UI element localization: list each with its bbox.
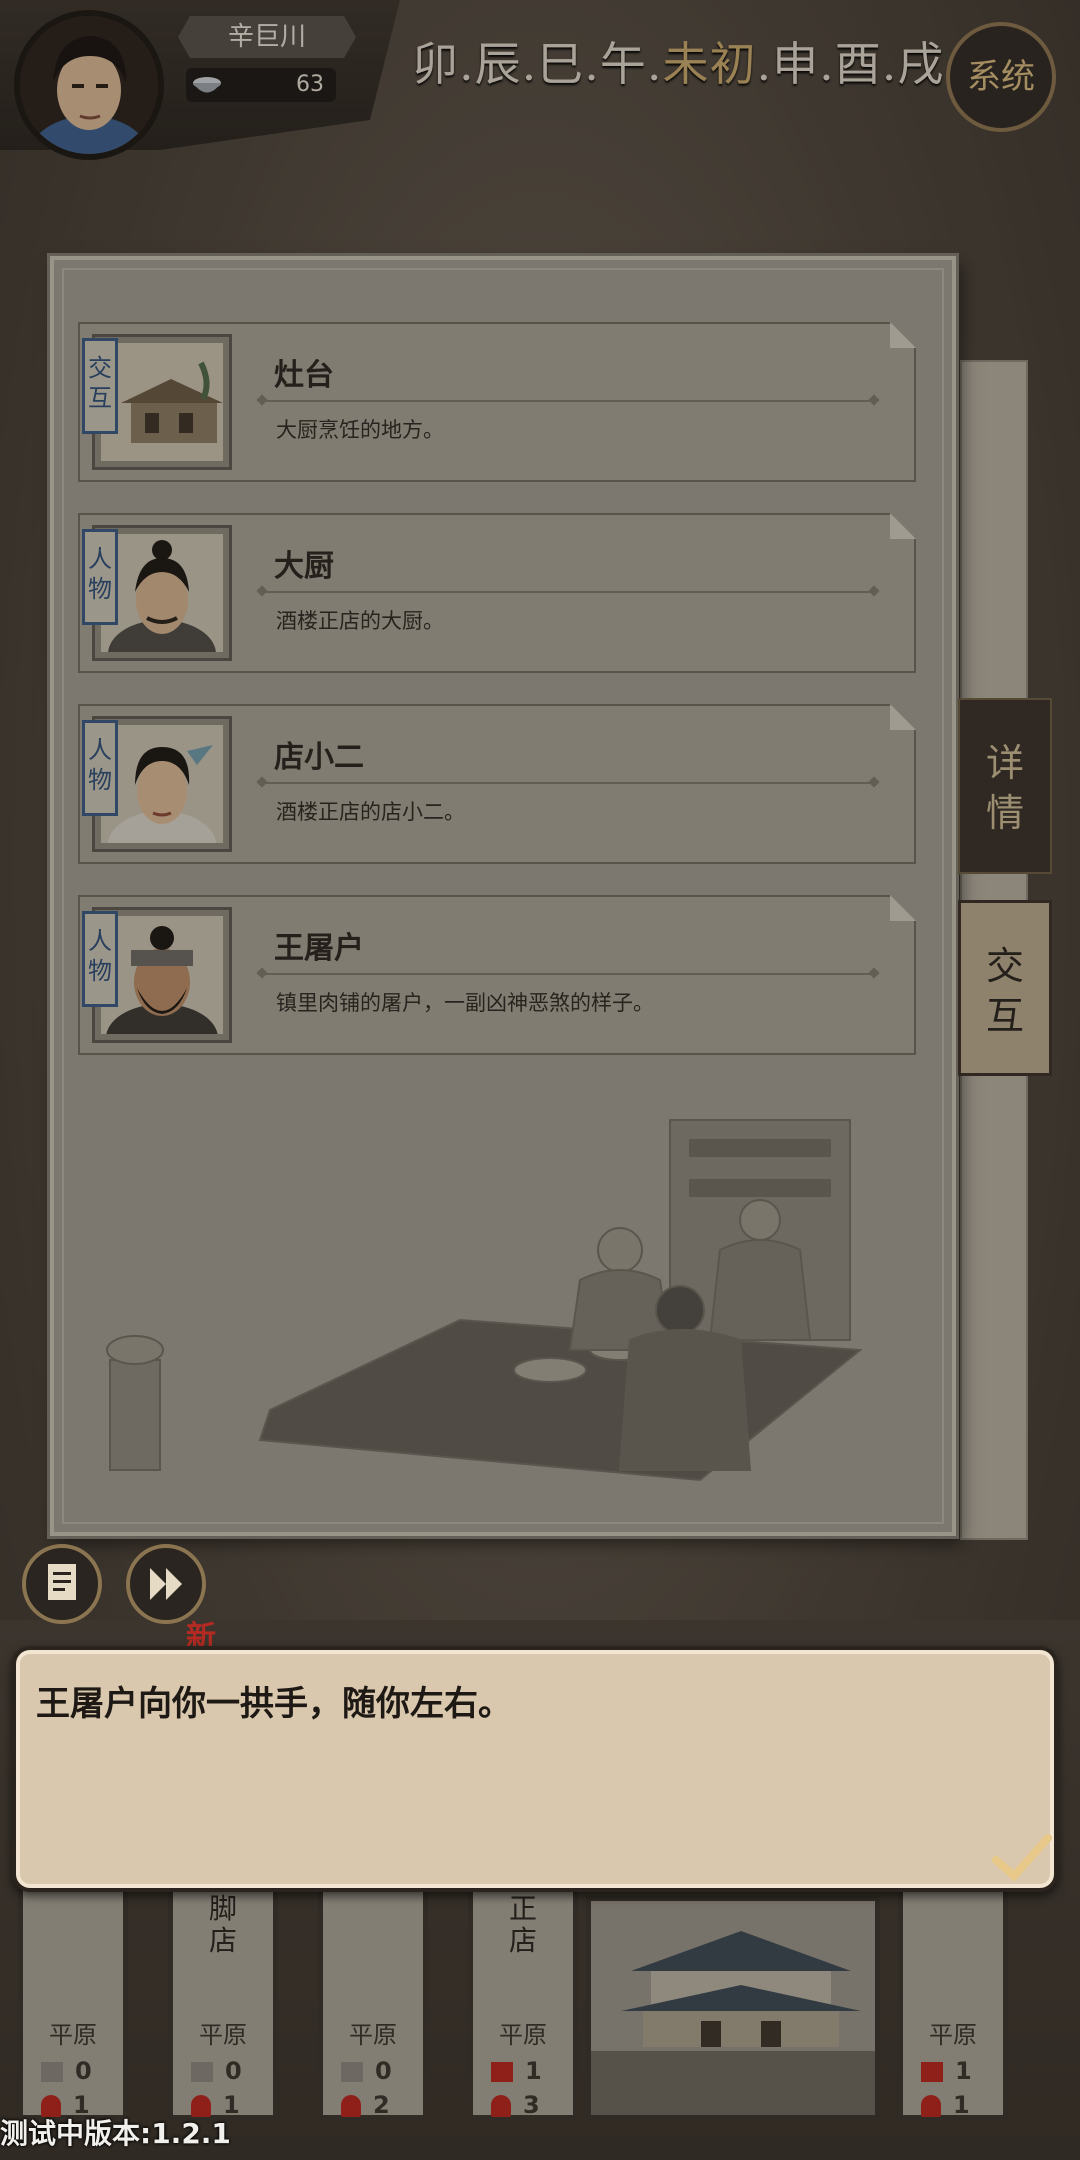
fast-forward-icon xyxy=(150,1568,182,1600)
log-icon xyxy=(48,1564,76,1600)
checkmark-icon[interactable] xyxy=(992,1832,1052,1882)
dialog-box[interactable]: 王屠户向你一拱手，随你左右。 xyxy=(12,1646,1058,1892)
log-button[interactable] xyxy=(22,1544,102,1624)
version-label: 测试中版本:1.2.1 xyxy=(0,2117,231,2150)
dialog-text: 王屠户向你一拱手，随你左右。 xyxy=(36,1684,512,1724)
